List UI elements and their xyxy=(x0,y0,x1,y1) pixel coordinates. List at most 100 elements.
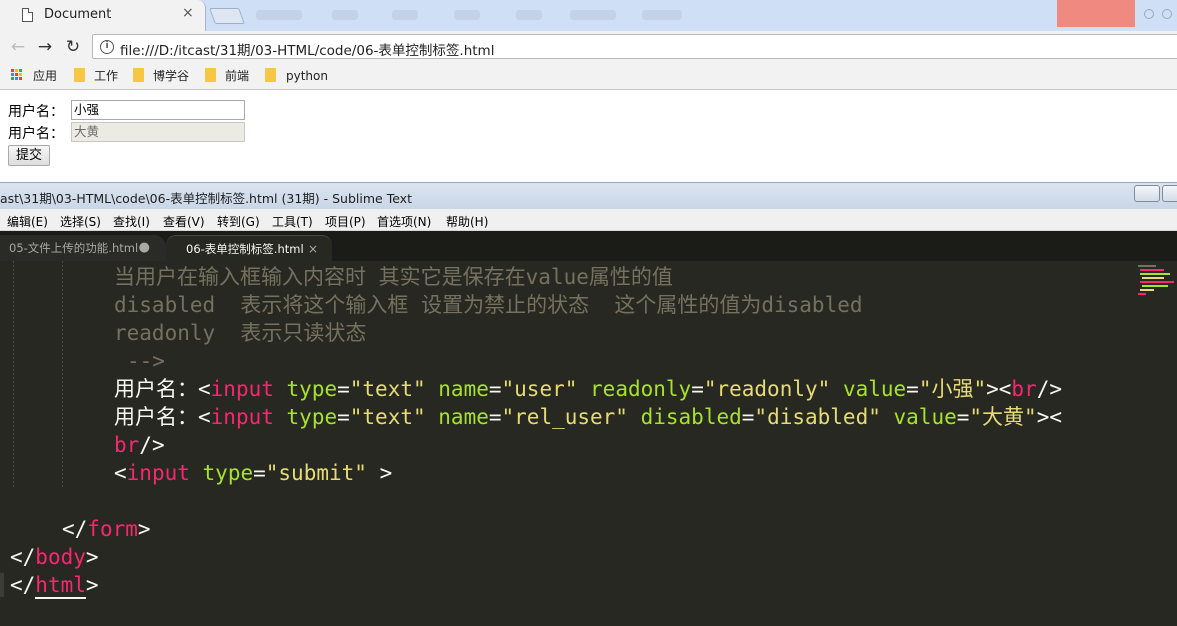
code-attr: value xyxy=(893,405,957,429)
code-text: 用户名： xyxy=(114,377,198,401)
code-tag: br xyxy=(1011,377,1037,401)
code-attr: type xyxy=(286,377,338,401)
blurred-item xyxy=(392,10,418,20)
bookmark-work[interactable]: 工作 xyxy=(94,68,118,84)
blurred-item xyxy=(332,10,358,20)
code-string: "rel_user" xyxy=(501,405,628,429)
close-tab-icon[interactable]: × xyxy=(308,236,318,262)
menu-preferences[interactable]: 首选项(N) xyxy=(377,213,431,230)
code-line-11: </body> xyxy=(10,543,99,571)
close-icon[interactable]: × xyxy=(182,5,194,21)
code-punct: < xyxy=(114,461,127,485)
bookmark-apps[interactable]: 应用 xyxy=(33,68,57,84)
user-icon[interactable] xyxy=(1144,9,1154,19)
editor-tabbar: 05-文件上传的功能.html ● 06-表单控制标签.html × xyxy=(0,231,1177,261)
code-attr: name xyxy=(438,377,489,401)
code-line-7: br/> xyxy=(114,431,165,459)
forward-icon[interactable]: → xyxy=(35,37,55,57)
menu-find[interactable]: 查找(I) xyxy=(113,213,150,230)
code-line-2: disabled 表示将这个输入框 设置为禁止的状态 这个属性的值为disabl… xyxy=(114,293,863,317)
address-bar[interactable]: i file:///D:/itcast/31期/03-HTML/code/06-… xyxy=(92,34,1177,59)
submit-button[interactable]: 提交 xyxy=(8,145,50,166)
code-punct: /> xyxy=(1036,377,1063,401)
blurred-item xyxy=(570,10,616,20)
menu-tools[interactable]: 工具(T) xyxy=(272,213,313,230)
new-tab-button[interactable] xyxy=(209,8,245,24)
folder-icon xyxy=(133,68,144,82)
code-string: "readonly" xyxy=(703,377,831,401)
page-content: 用户名： 小强 用户名： 大黄 提交 xyxy=(0,91,1177,182)
code-tag: form xyxy=(87,517,138,541)
minimap[interactable] xyxy=(1138,265,1177,305)
blurred-item xyxy=(516,10,542,20)
info-icon[interactable]: i xyxy=(100,40,114,54)
code-string: "大黄" xyxy=(969,405,1037,429)
code-attr: value xyxy=(842,377,907,401)
menu-help[interactable]: 帮助(H) xyxy=(446,213,488,230)
code-attr: readonly xyxy=(590,377,692,401)
menu-bar: 编辑(E) 选择(S) 查找(I) 查看(V) 转到(G) 工具(T) 项目(P… xyxy=(0,209,1177,231)
menu-view[interactable]: 查看(V) xyxy=(163,213,205,230)
code-tag: input xyxy=(210,405,274,429)
code-attr: disabled xyxy=(640,405,742,429)
window-title: ast\31期\03-HTML\code\06-表单控制标签.html (31期… xyxy=(0,191,412,206)
minimize-button[interactable] xyxy=(1134,185,1160,202)
code-tag: br xyxy=(114,433,140,457)
code-punct: < xyxy=(198,377,211,401)
browser-tabstrip: Document × xyxy=(0,0,1177,31)
code-attr: type xyxy=(202,461,254,485)
tab-title: Document xyxy=(44,7,112,22)
code-punct: > xyxy=(366,461,393,485)
unsaved-dot-icon[interactable]: ● xyxy=(139,235,150,261)
folder-icon xyxy=(205,68,216,82)
editor-tab-label: 06-表单控制标签.html xyxy=(186,242,304,256)
code-punct: > xyxy=(986,377,999,401)
code-punct: >< xyxy=(1036,405,1062,429)
editor-tab-label: 05-文件上传的功能.html xyxy=(9,241,139,255)
editor-tab-05[interactable]: 05-文件上传的功能.html ● xyxy=(0,235,166,261)
browser-window: Document × ← → ↻ i file:///D:/itcast/31期… xyxy=(0,0,1177,182)
code-punct: > xyxy=(85,573,99,597)
sublime-titlebar: ast\31期\03-HTML\code\06-表单控制标签.html (31期… xyxy=(0,182,1177,209)
back-icon[interactable]: ← xyxy=(8,37,28,57)
code-string: "user" xyxy=(501,377,578,401)
code-punct: > xyxy=(85,545,99,569)
code-tag: html xyxy=(35,573,86,599)
menu-edit[interactable]: 编辑(E) xyxy=(7,213,48,230)
code-line-8: <input type="submit" > xyxy=(114,461,393,485)
bookmark-python[interactable]: python xyxy=(286,68,328,84)
reload-icon[interactable]: ↻ xyxy=(63,37,83,57)
code-string: "disabled" xyxy=(754,405,881,429)
indent-guide xyxy=(62,261,63,489)
user-readonly-input[interactable]: 小强 xyxy=(71,100,245,120)
bookmark-boxuegu[interactable]: 博学谷 xyxy=(153,68,189,84)
menu-selection[interactable]: 选择(S) xyxy=(60,213,101,230)
code-editor[interactable]: 当用户在输入框输入内容时 其实它是保存在value属性的值 disabled 表… xyxy=(0,261,1177,626)
browser-tab[interactable]: Document × xyxy=(0,0,206,31)
menu-goto[interactable]: 转到(G) xyxy=(217,213,260,230)
code-line-5: 用户名：<input type="text" name="user" reado… xyxy=(114,377,1063,401)
code-punct: /> xyxy=(139,433,165,457)
code-line-6: 用户名：<input type="text" name="rel_user" d… xyxy=(114,405,1062,429)
code-attr: name xyxy=(438,405,489,429)
blurred-profile-button[interactable] xyxy=(1057,0,1135,27)
apps-icon[interactable] xyxy=(11,69,23,81)
minimize-icon[interactable] xyxy=(1162,9,1172,19)
code-line-3: readonly 表示只读状态 xyxy=(114,321,367,345)
bookmarks-bar: 应用 工作 博学谷 前端 python xyxy=(0,62,1177,90)
username-label: 用户名： xyxy=(8,104,64,120)
code-punct: < xyxy=(998,377,1012,401)
code-tag: input xyxy=(210,377,274,401)
bookmark-frontend[interactable]: 前端 xyxy=(225,68,249,84)
editor-tab-06[interactable]: 06-表单控制标签.html × xyxy=(166,235,332,261)
document-icon xyxy=(22,8,33,22)
url-text[interactable]: file:///D:/itcast/31期/03-HTML/code/06-表单… xyxy=(120,39,494,59)
code-line-1: 当用户在输入框输入内容时 其实它是保存在value属性的值 xyxy=(114,265,673,289)
current-line-marker xyxy=(0,573,4,597)
code-string: "text" xyxy=(349,377,426,401)
code-punct: </ xyxy=(10,545,36,569)
maximize-button[interactable] xyxy=(1162,185,1177,202)
menu-project[interactable]: 项目(P) xyxy=(325,213,366,230)
blurred-item xyxy=(256,10,302,20)
code-string: "text" xyxy=(349,405,426,429)
